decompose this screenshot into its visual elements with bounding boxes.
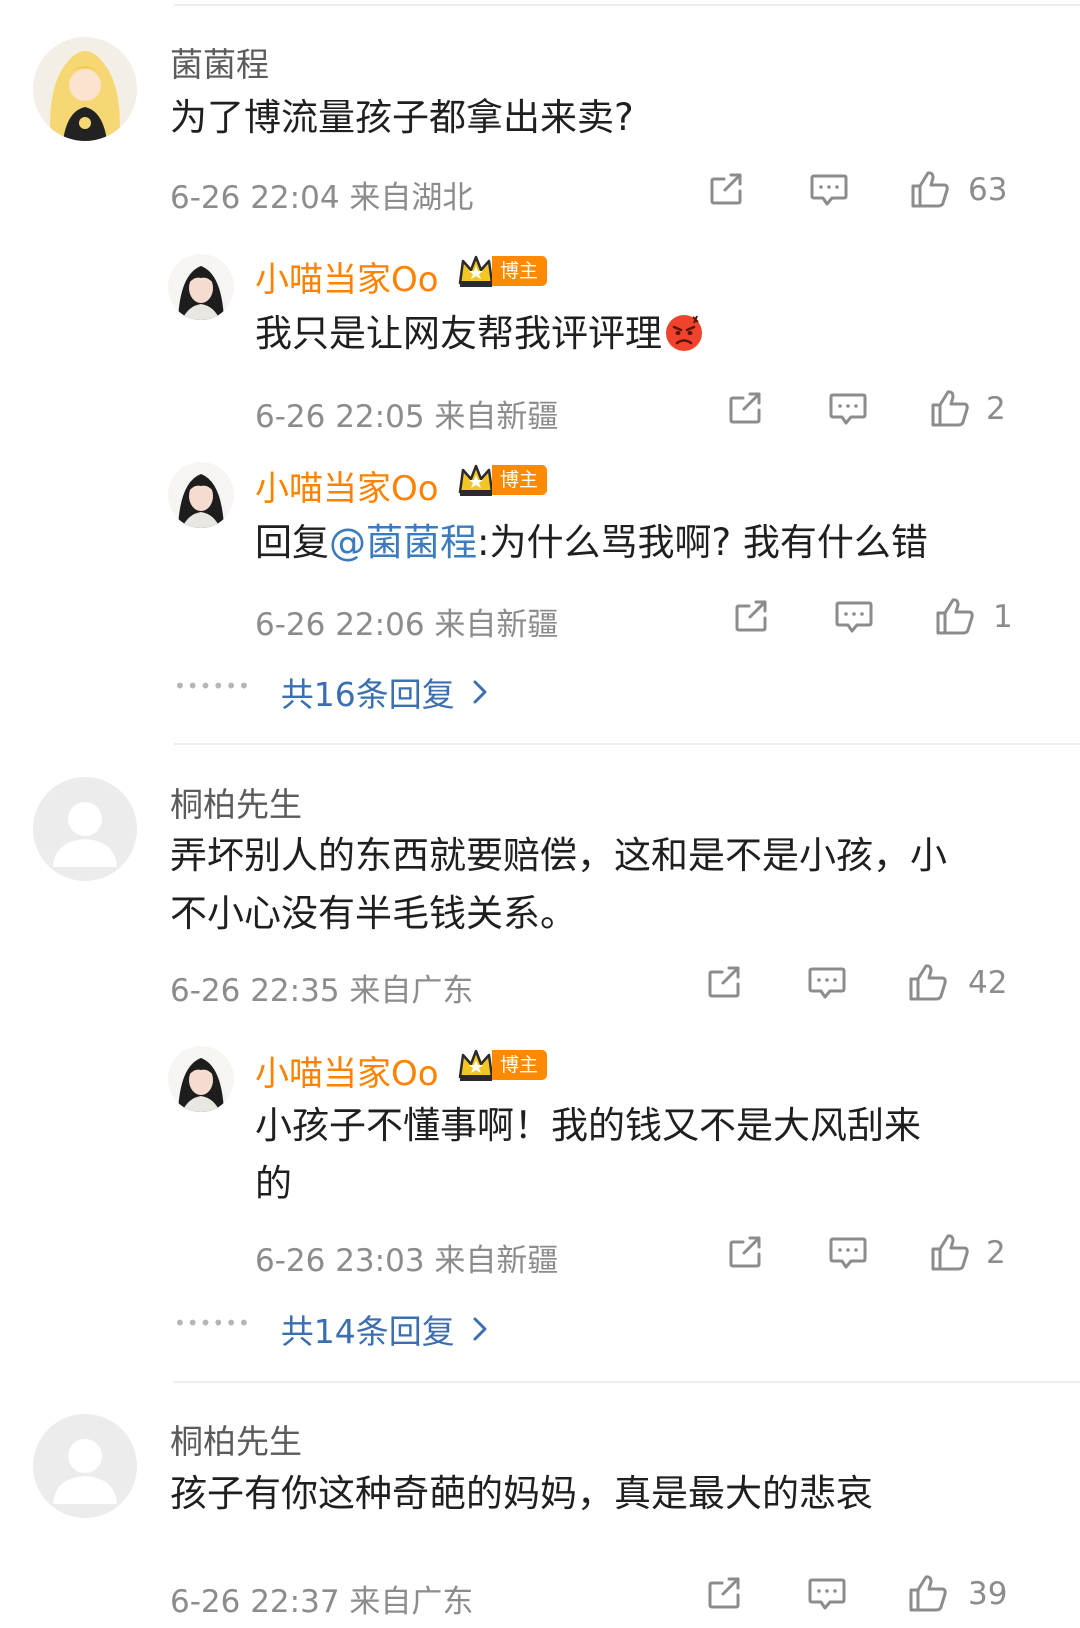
reply-timestamp: 6-26 23:03 来自新疆	[255, 1243, 559, 1279]
reply-author[interactable]: 小喵当家Oo	[255, 461, 439, 510]
comment-author[interactable]: 桐柏先生	[170, 778, 302, 826]
like-count: 39	[968, 1576, 1008, 1612]
thumbs-up-icon[interactable]	[929, 1232, 971, 1274]
avatar[interactable]	[168, 254, 234, 320]
comment-author[interactable]: 桐柏先生	[170, 1415, 302, 1463]
avatar[interactable]	[168, 1046, 234, 1112]
reply-text: 的	[255, 1162, 292, 1205]
comment-timestamp: 6-26 22:37 来自广东	[170, 1584, 474, 1620]
comment-icon[interactable]	[828, 1234, 868, 1274]
thumbs-up-icon[interactable]	[907, 1573, 949, 1615]
like-count: 2	[986, 1235, 1006, 1271]
like-count: 42	[968, 965, 1008, 1001]
comment-icon[interactable]	[834, 598, 874, 638]
reply-timestamp: 6-26 22:06 来自新疆	[255, 607, 559, 643]
blogger-badge: 博主	[456, 254, 548, 289]
like-count: 1	[993, 599, 1013, 635]
reply-timestamp: 6-26 22:05 来自新疆	[255, 399, 559, 435]
comment-timestamp: 6-26 22:35 来自广东	[170, 973, 474, 1009]
reply-text: 回复@菌菌程:为什么骂我啊? 我有什么错	[255, 521, 928, 564]
like-count: 2	[986, 391, 1006, 427]
divider	[174, 743, 1080, 745]
chevron-right-icon	[473, 1317, 487, 1341]
share-icon[interactable]	[706, 1575, 746, 1615]
crown-icon	[458, 464, 494, 498]
comment-text: 为了博流量孩子都拿出来卖?	[170, 96, 634, 139]
share-icon[interactable]	[727, 1234, 767, 1274]
thumbs-up-icon[interactable]	[907, 962, 949, 1004]
comment-text: 不小心没有半毛钱关系。	[170, 892, 577, 935]
avatar[interactable]	[33, 777, 137, 881]
thumbs-up-icon[interactable]	[929, 388, 971, 430]
comment-text: 孩子有你这种奇葩的妈妈，真是最大的悲哀	[170, 1472, 873, 1515]
comment-icon[interactable]	[828, 390, 868, 430]
thumbs-up-icon[interactable]	[909, 169, 951, 211]
mention-link[interactable]: @菌菌程	[329, 521, 477, 564]
crown-icon	[458, 255, 494, 289]
blogger-badge: 博主	[456, 463, 548, 498]
thumbs-up-icon[interactable]	[934, 596, 976, 638]
divider	[174, 1381, 1080, 1383]
view-more-replies[interactable]: •••••• 共14条回复	[174, 1305, 489, 1353]
comment-author[interactable]: 菌菌程	[170, 38, 269, 86]
share-icon[interactable]	[733, 598, 773, 638]
comment-icon[interactable]	[807, 1575, 847, 1615]
share-icon[interactable]	[708, 171, 748, 211]
comment-thread: 菌菌程 为了博流量孩子都拿出来卖? 6-26 22:04 来自湖北 63 小喵当…	[0, 0, 1080, 1628]
avatar[interactable]	[33, 1414, 137, 1518]
like-count: 63	[968, 172, 1008, 208]
comment-icon[interactable]	[807, 964, 847, 1004]
reply-author[interactable]: 小喵当家Oo	[255, 252, 439, 301]
view-more-replies[interactable]: •••••• 共16条回复	[174, 668, 489, 716]
share-icon[interactable]	[706, 964, 746, 1004]
comment-text: 弄坏别人的东西就要赔偿，这和是不是小孩，小	[170, 834, 947, 877]
reply-text: 我只是让网友帮我评评理	[255, 304, 704, 364]
angry-face-emoji	[664, 313, 704, 353]
comment-timestamp: 6-26 22:04 来自湖北	[170, 180, 474, 216]
chevron-right-icon	[473, 680, 487, 704]
divider	[174, 4, 1080, 6]
reply-author[interactable]: 小喵当家Oo	[255, 1046, 439, 1095]
avatar[interactable]	[33, 37, 137, 141]
share-icon[interactable]	[727, 390, 767, 430]
comment-icon[interactable]	[809, 171, 849, 211]
avatar[interactable]	[168, 462, 234, 528]
blogger-badge: 博主	[456, 1048, 548, 1083]
reply-text: 小孩子不懂事啊！我的钱又不是大风刮来	[255, 1104, 921, 1147]
crown-icon	[458, 1049, 494, 1083]
